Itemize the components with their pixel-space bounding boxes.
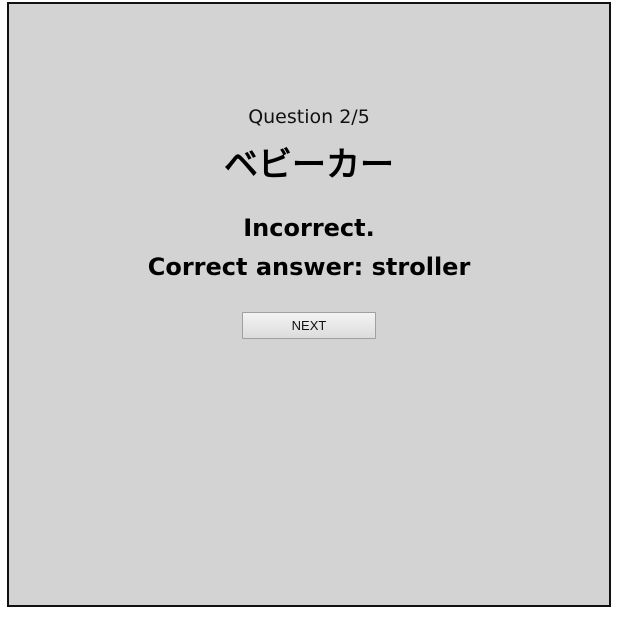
question-word: ベビーカー	[224, 145, 394, 185]
next-button[interactable]: NEXT	[242, 312, 376, 339]
result-message: Incorrect.	[243, 214, 375, 242]
question-counter: Question 2/5	[248, 106, 370, 128]
quiz-panel: Question 2/5 ベビーカー Incorrect. Correct an…	[7, 2, 611, 607]
correct-answer-text: Correct answer: stroller	[147, 253, 471, 281]
